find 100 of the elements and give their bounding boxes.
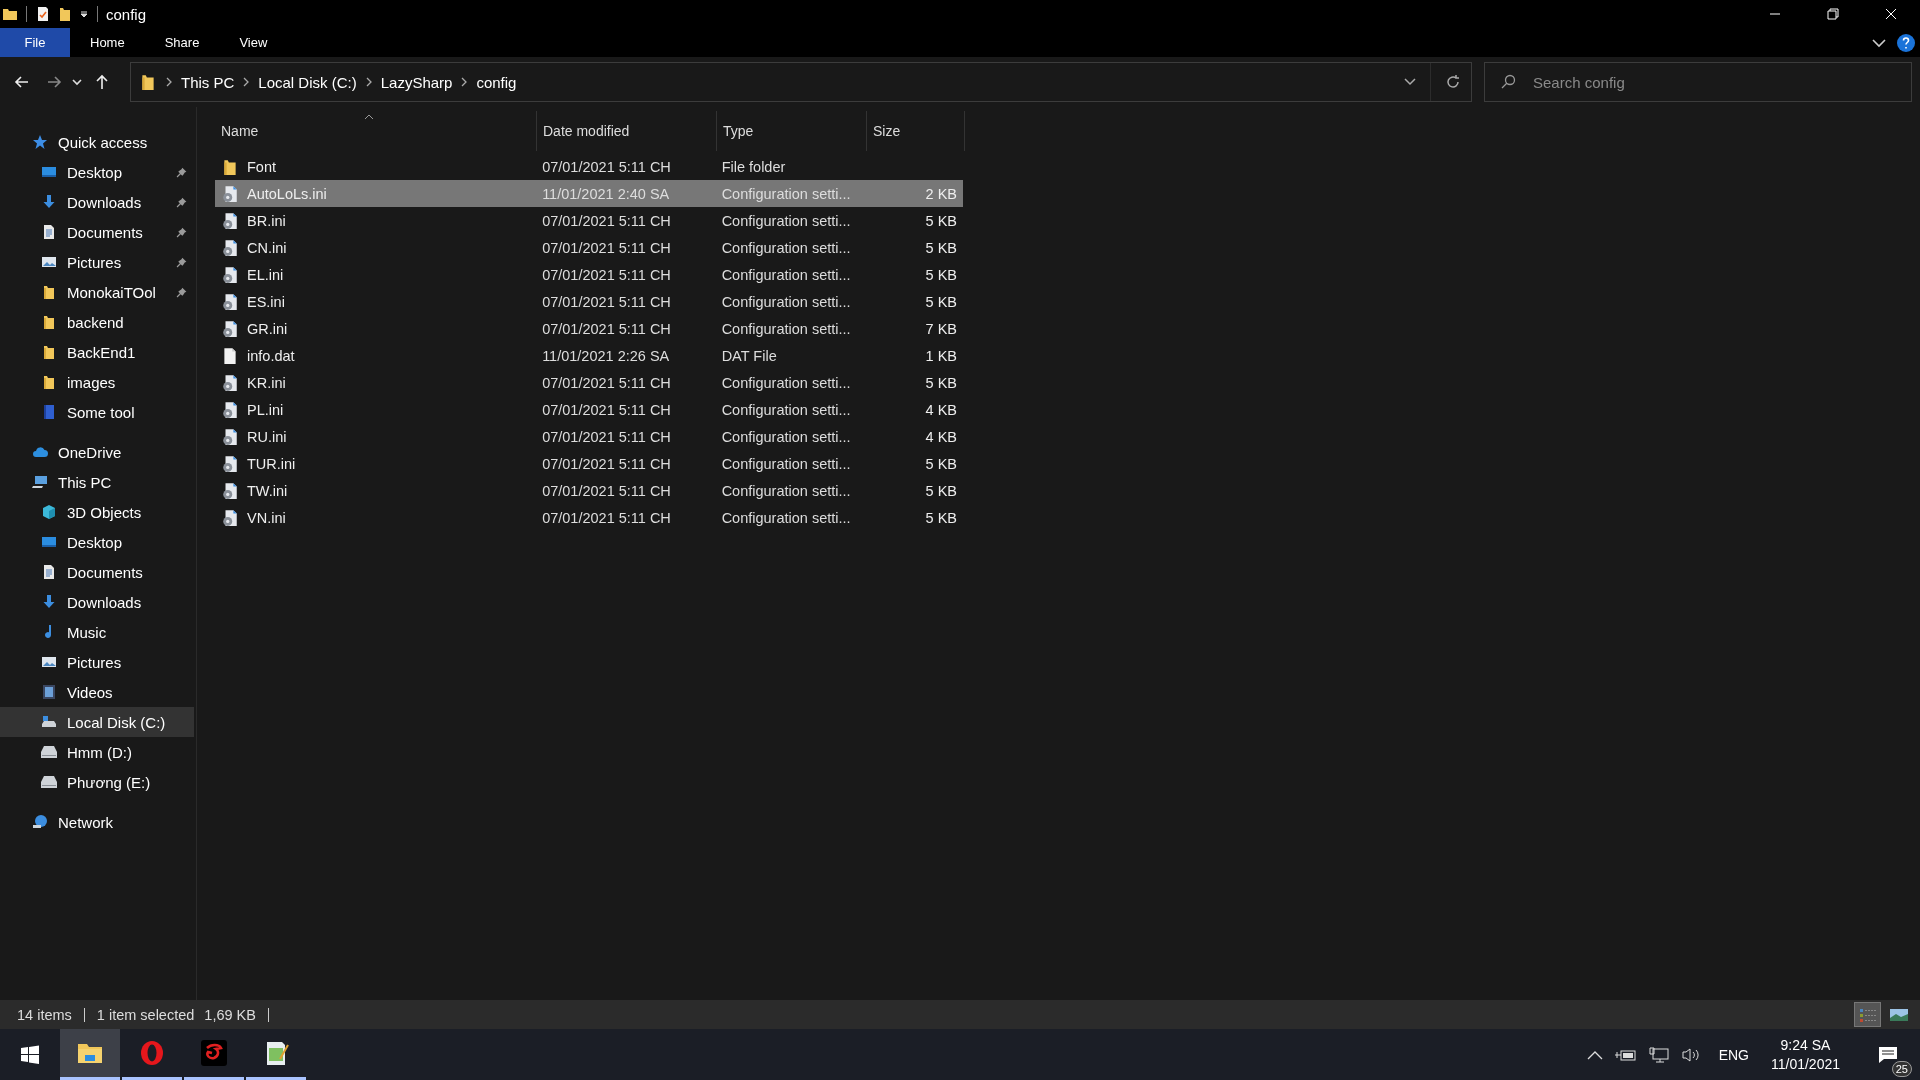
file-row[interactable]: RU.ini 07/01/2021 5:11 CH Configuration setti... 4 KB bbox=[215, 423, 963, 450]
breadcrumb[interactable]: This PC bbox=[181, 73, 235, 91]
up-arrow-icon[interactable] bbox=[94, 74, 110, 90]
film-icon bbox=[41, 684, 57, 700]
column-header[interactable]: Name bbox=[215, 111, 537, 151]
chevron-down-icon[interactable] bbox=[1404, 78, 1416, 86]
sidebar-item[interactable]: MonokaiTOol bbox=[0, 277, 196, 307]
chevron-right-icon[interactable] bbox=[460, 77, 469, 87]
ribbon-tab[interactable]: Share bbox=[144, 28, 220, 57]
file-name: RU.ini bbox=[247, 428, 287, 445]
sidebar-item[interactable]: Pictures bbox=[0, 647, 196, 677]
language-indicator[interactable]: ENG bbox=[1718, 1046, 1749, 1063]
sidebar-item[interactable]: Desktop bbox=[0, 157, 196, 187]
file-row[interactable]: CN.ini 07/01/2021 5:11 CH Configuration setti... 5 KB bbox=[215, 234, 963, 261]
landscape-thumbnail-icon bbox=[1888, 1006, 1909, 1023]
sidebar-item[interactable]: Some tool bbox=[0, 397, 196, 427]
chevron-right-icon[interactable] bbox=[364, 77, 373, 87]
file-name: EL.ini bbox=[247, 266, 284, 283]
sidebar-item[interactable]: 3D Objects bbox=[0, 497, 196, 527]
column-header[interactable]: Type bbox=[717, 111, 867, 151]
file-size: 7 KB bbox=[925, 320, 957, 337]
selection-info: 1 item selected bbox=[96, 1006, 195, 1023]
sidebar-item[interactable]: OneDrive bbox=[0, 437, 196, 467]
ribbon-tab[interactable]: Home bbox=[70, 28, 145, 57]
folder-icon[interactable] bbox=[2, 6, 18, 22]
chevron-right-icon[interactable] bbox=[242, 77, 251, 87]
file-type: Configuration setti... bbox=[721, 239, 851, 256]
file-name: info.dat bbox=[247, 347, 295, 364]
file-row[interactable]: ES.ini 07/01/2021 5:11 CH Configuration setti... 5 KB bbox=[215, 288, 963, 315]
column-header[interactable]: Size bbox=[867, 111, 965, 151]
file-name: AutoLoLs.ini bbox=[247, 185, 327, 202]
file-row[interactable]: GR.ini 07/01/2021 5:11 CH Configuration setti... 7 KB bbox=[215, 315, 963, 342]
file-row[interactable]: BR.ini 07/01/2021 5:11 CH Configuration setti... 5 KB bbox=[215, 207, 963, 234]
network-icon[interactable] bbox=[1648, 1046, 1669, 1063]
file-row[interactable]: PL.ini 07/01/2021 5:11 CH Configuration setti... 4 KB bbox=[215, 396, 963, 423]
expand-ribbon-icon[interactable] bbox=[1872, 37, 1886, 48]
notification-icon[interactable] bbox=[1878, 1045, 1898, 1064]
file-row[interactable]: VN.ini 07/01/2021 5:11 CH Configuration setti... 5 KB bbox=[215, 504, 963, 531]
file-row[interactable]: TUR.ini 07/01/2021 5:11 CH Configuration setti... 5 KB bbox=[215, 450, 963, 477]
ribbon-tab[interactable]: View bbox=[219, 28, 288, 57]
breadcrumb[interactable]: LazySharp bbox=[380, 73, 453, 91]
file-row[interactable]: KR.ini 07/01/2021 5:11 CH Configuration setti... 5 KB bbox=[215, 369, 963, 396]
file-row[interactable]: EL.ini 07/01/2021 5:11 CH Configuration setti... 5 KB bbox=[215, 261, 963, 288]
file-type: File folder bbox=[721, 158, 786, 175]
clock-date[interactable]: 11/01/2021 bbox=[1770, 1054, 1840, 1073]
speaker-icon[interactable] bbox=[1680, 1046, 1701, 1063]
document-icon bbox=[41, 564, 57, 580]
sidebar-item[interactable]: Documents bbox=[0, 557, 196, 587]
file-size: 5 KB bbox=[925, 509, 957, 526]
sidebar-item[interactable]: Downloads bbox=[0, 587, 196, 617]
address-bar[interactable]: This PC Local Disk (C:) LazySharp config bbox=[130, 62, 1472, 102]
refresh-icon[interactable] bbox=[1445, 74, 1461, 90]
back-arrow-icon[interactable] bbox=[14, 74, 30, 90]
sidebar-item[interactable]: This PC bbox=[0, 467, 196, 497]
sidebar-item[interactable]: images bbox=[0, 367, 196, 397]
file-type: Configuration setti... bbox=[721, 212, 851, 229]
sidebar-item[interactable]: Downloads bbox=[0, 187, 196, 217]
sidebar-item[interactable]: Desktop bbox=[0, 527, 196, 557]
dropdown-icon[interactable] bbox=[79, 9, 89, 19]
file-row[interactable]: Font 07/01/2021 5:11 CH File folder bbox=[215, 153, 963, 180]
clock-time[interactable]: 9:24 SA bbox=[1780, 1036, 1831, 1055]
chevron-down-icon[interactable] bbox=[72, 77, 82, 87]
file-row[interactable]: TW.ini 07/01/2021 5:11 CH Configuration setti... 5 KB bbox=[215, 477, 963, 504]
sidebar-item[interactable]: Hmm (D:) bbox=[0, 737, 196, 767]
file-row[interactable]: info.dat 11/01/2021 2:26 SA DAT File 1 KB bbox=[215, 342, 963, 369]
ring-logo-icon bbox=[138, 1039, 166, 1067]
sidebar-item[interactable]: backend bbox=[0, 307, 196, 337]
windows-logo-icon[interactable] bbox=[20, 1044, 40, 1065]
date-modified: 07/01/2021 5:11 CH bbox=[542, 374, 671, 391]
cube-icon bbox=[41, 504, 57, 520]
folder-icon[interactable] bbox=[57, 6, 73, 22]
file-name: PL.ini bbox=[247, 401, 284, 418]
properties-icon[interactable] bbox=[35, 6, 51, 22]
sidebar-item[interactable]: Local Disk (C:) bbox=[0, 707, 194, 737]
chevron-right-icon[interactable] bbox=[165, 77, 173, 87]
sidebar-item[interactable]: Pictures bbox=[0, 247, 196, 277]
help-icon[interactable] bbox=[1896, 32, 1916, 53]
ribbon-tab[interactable]: File bbox=[0, 28, 70, 57]
sidebar-item[interactable]: Music bbox=[0, 617, 196, 647]
sidebar-item[interactable]: Videos bbox=[0, 677, 196, 707]
file-type: Configuration setti... bbox=[721, 185, 851, 202]
battery-icon[interactable] bbox=[1614, 1047, 1637, 1062]
file-explorer-button[interactable] bbox=[60, 1029, 120, 1080]
column-header[interactable]: Date modified bbox=[537, 111, 717, 151]
sidebar-item[interactable]: BackEnd1 bbox=[0, 337, 196, 367]
monitor-icon bbox=[41, 534, 57, 550]
folder-icon bbox=[221, 157, 239, 176]
sidebar-item[interactable]: Phương (E:) bbox=[0, 767, 196, 797]
chevron-up-icon[interactable] bbox=[1586, 1049, 1603, 1060]
sidebar-item[interactable]: Quick access bbox=[0, 127, 196, 157]
monitor-icon bbox=[41, 164, 57, 180]
breadcrumb[interactable]: config bbox=[476, 73, 517, 91]
search-field[interactable]: Search config bbox=[1484, 62, 1912, 102]
breadcrumb[interactable]: Local Disk (C:) bbox=[258, 73, 357, 91]
file-row[interactable]: AutoLoLs.ini 11/01/2021 2:40 SA Configuration setti... 2 KB bbox=[215, 180, 963, 207]
sidebar-item[interactable]: Network bbox=[0, 807, 196, 837]
forward-arrow-icon[interactable] bbox=[46, 74, 62, 90]
sidebar-item[interactable]: Documents bbox=[0, 217, 196, 247]
date-modified: 07/01/2021 5:11 CH bbox=[542, 320, 671, 337]
folder-icon bbox=[41, 374, 57, 390]
